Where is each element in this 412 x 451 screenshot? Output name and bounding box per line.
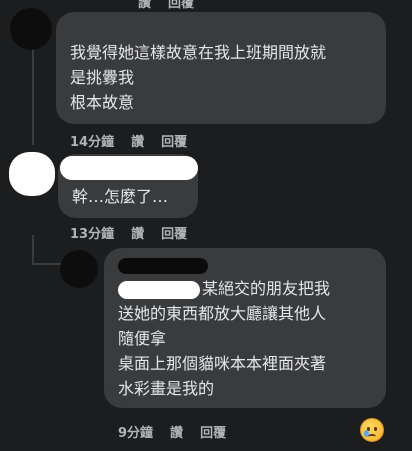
redacted-name: [60, 156, 198, 180]
avatar[interactable]: [9, 152, 55, 196]
comment-meta: 讚 回覆: [138, 0, 194, 11]
comment-text: 桌面上那個貓咪本本裡面夾著: [118, 354, 327, 373]
timestamp[interactable]: 14分鐘: [70, 131, 114, 150]
comment-text: 是挑釁我: [70, 68, 135, 87]
reply-link[interactable]: 回覆: [161, 223, 187, 242]
like-link[interactable]: 讚: [170, 422, 183, 441]
comment-text: 根本故意: [70, 93, 135, 112]
crying-face-icon[interactable]: [360, 418, 384, 442]
like-link[interactable]: 讚: [138, 0, 151, 11]
like-link[interactable]: 讚: [131, 131, 144, 150]
comment-text: 某絕交的朋友把我: [202, 279, 331, 298]
reply-link[interactable]: 回覆: [161, 131, 187, 150]
redacted-name: [118, 258, 208, 274]
avatar[interactable]: [10, 8, 52, 50]
comment-text: 我覺得她這樣故意在我上班期間放就: [70, 43, 327, 62]
comment-meta: 14分鐘 讚 回覆: [70, 131, 187, 150]
comment-text: 水彩畫是我的: [118, 379, 215, 398]
mouth-icon: [368, 434, 376, 439]
reply-link[interactable]: 回覆: [200, 422, 226, 441]
comment-bubble: 我覺得她這樣故意在我上班期間放就 是挑釁我 根本故意: [56, 12, 386, 124]
thread-line: [32, 45, 34, 145]
like-link[interactable]: 讚: [131, 223, 144, 242]
reply-link[interactable]: 回覆: [168, 0, 194, 11]
comment-meta: 13分鐘 讚 回覆: [70, 223, 187, 242]
redacted-text: [118, 280, 200, 299]
timestamp[interactable]: 13分鐘: [70, 223, 114, 242]
comment-text: 送她的東西都放大廳讓其他人: [118, 304, 327, 323]
comment-meta: 9分鐘 讚 回覆: [118, 422, 226, 441]
avatar[interactable]: [60, 250, 98, 288]
thread-line: [32, 235, 34, 265]
comment-text: 幹…怎麼了…: [72, 187, 169, 206]
comment-text-line: 某絕交的朋友把我: [118, 276, 372, 301]
timestamp[interactable]: 9分鐘: [118, 422, 153, 441]
comment-text: 隨便拿: [118, 329, 167, 348]
